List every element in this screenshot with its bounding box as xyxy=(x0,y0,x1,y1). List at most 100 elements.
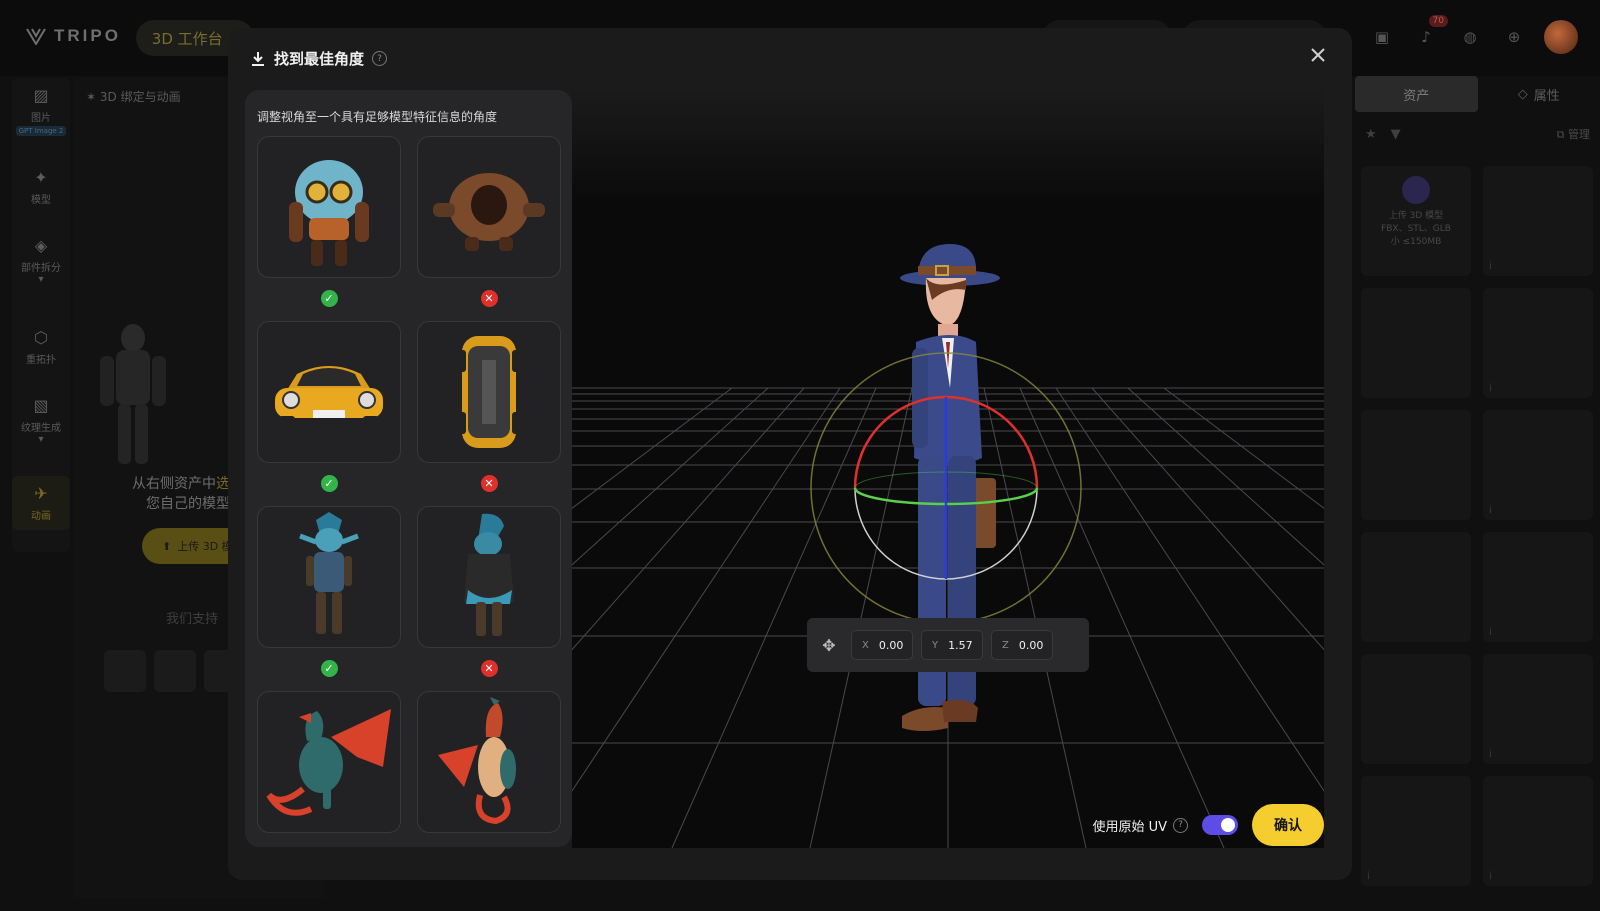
y-axis-label: Y xyxy=(932,639,939,651)
example-row xyxy=(257,321,561,463)
x-value: 0.00 xyxy=(878,638,904,652)
globe-icon[interactable]: ⊕ xyxy=(1500,23,1528,51)
good-example-robot xyxy=(257,136,401,278)
mesh-icon: ⬡ xyxy=(34,328,48,347)
armor-model-image xyxy=(100,324,166,464)
goblin-front-image xyxy=(299,512,359,634)
confirm-button[interactable]: 确认 xyxy=(1252,804,1324,846)
info-icon[interactable]: i xyxy=(1489,749,1492,760)
rail-item-image[interactable]: ▨ 图片 GPT Image 2 xyxy=(12,86,70,136)
dialog-title-text: 找到最佳角度 xyxy=(274,50,365,68)
robot-top-image xyxy=(433,173,545,251)
check-icon: ✓ xyxy=(320,290,338,307)
rotation-z-field[interactable]: Z 0.00 xyxy=(991,630,1053,660)
cube-icon: ◈ xyxy=(34,236,48,255)
rail-item-label: 模型 xyxy=(31,195,51,206)
rotation-x-field[interactable]: X 0.00 xyxy=(851,630,913,660)
manage-button[interactable]: ⧉ 管理 xyxy=(1557,126,1590,142)
tab-assets[interactable]: 资产 xyxy=(1355,76,1478,112)
logo-text: TRIPO xyxy=(54,26,121,45)
info-icon[interactable]: i xyxy=(1489,627,1492,638)
close-icon xyxy=(1311,48,1325,62)
rail-item-retopo[interactable]: ⬡ 重拓扑 xyxy=(12,328,70,366)
rail-item-label: 图片 xyxy=(31,113,51,124)
rail-item-label: 动画 xyxy=(31,511,51,522)
toggle-knob xyxy=(1221,818,1235,832)
x-axis-label: X xyxy=(862,639,869,651)
star-icon[interactable]: ★ xyxy=(1365,127,1377,142)
car-front-image xyxy=(275,366,383,426)
thumb[interactable] xyxy=(104,650,146,692)
info-icon[interactable]: i xyxy=(1367,871,1370,882)
rail-item-animation[interactable]: ✈ 动画 xyxy=(12,476,70,530)
rig-panel-title: ✶ 3D 绑定与动画 xyxy=(86,90,181,104)
run-icon: ✈ xyxy=(34,484,48,503)
rotation-y-field[interactable]: Y 1.57 xyxy=(921,630,983,660)
rail-item-model[interactable]: ✦ 模型 xyxy=(12,168,70,206)
example-row xyxy=(257,136,561,278)
asset-card[interactable] xyxy=(1361,654,1471,764)
tab-properties[interactable]: ◇ 属性 xyxy=(1478,76,1600,112)
angle-guide-panel: 调整视角至一个具有足够模型特征信息的角度 ✓ ✕ ✓ ✕ ✓ ✕ xyxy=(245,90,572,847)
asset-card[interactable]: i xyxy=(1483,654,1593,764)
best-angle-dialog: 找到最佳角度 ? 调整视角至一个具有足够模型特征信息的角度 ✓ ✕ ✓ ✕ ✓ … xyxy=(228,28,1352,880)
rail-item-segment[interactable]: ◈ 部件拆分 ▾ xyxy=(12,236,70,285)
asset-card[interactable]: i xyxy=(1483,410,1593,520)
z-axis-label: Z xyxy=(1002,639,1009,651)
dragon-side-image xyxy=(266,709,391,816)
asset-card[interactable] xyxy=(1361,410,1471,520)
rail-item-texture[interactable]: ▧ 纹理生成 ▾ xyxy=(12,396,70,445)
help-icon[interactable]: ? xyxy=(372,51,388,66)
mark-row: ✓ ✕ xyxy=(257,660,561,677)
check-icon: ✓ xyxy=(320,660,338,677)
close-button[interactable] xyxy=(1306,46,1330,70)
mark-row: ✓ ✕ xyxy=(257,475,561,492)
asset-card[interactable]: i xyxy=(1361,776,1471,886)
bad-example-goblin xyxy=(417,506,561,648)
cross-icon: ✕ xyxy=(480,660,498,677)
use-original-uv-toggle[interactable] xyxy=(1202,815,1238,835)
bad-example-dragon xyxy=(417,691,561,833)
bad-example-car xyxy=(417,321,561,463)
asset-card[interactable] xyxy=(1361,532,1471,642)
asset-card[interactable]: i xyxy=(1483,776,1593,886)
gift-icon[interactable]: ▣ xyxy=(1368,23,1396,51)
info-icon[interactable]: i xyxy=(1489,871,1492,882)
z-value: 0.00 xyxy=(1018,638,1044,652)
rail-item-label: 纹理生成 xyxy=(21,423,61,434)
filter-icon[interactable]: ▼ xyxy=(1391,127,1401,142)
bell-icon[interactable]: ♪ 70 xyxy=(1412,15,1448,51)
asset-card[interactable]: i xyxy=(1483,288,1593,398)
asset-card[interactable]: i xyxy=(1483,532,1593,642)
dragon-front-image xyxy=(438,697,516,825)
asset-card[interactable] xyxy=(1361,288,1471,398)
rotation-gizmo[interactable] xyxy=(808,350,1084,626)
avatar[interactable] xyxy=(1544,20,1578,54)
car-bottom-image xyxy=(456,336,522,448)
help-icon[interactable]: ? xyxy=(1173,817,1188,833)
top-icons: ▣ ♪ 70 ◍ ⊕ xyxy=(1368,15,1578,54)
assets-panel: 资产 ◇ 属性 ★ ▼ ⧉ 管理 上传 3D 模型 FBX、STL、GLB 小 ≤… xyxy=(1355,76,1600,911)
upload-formats: FBX、STL、GLB xyxy=(1381,224,1451,234)
upload-cell[interactable]: 上传 3D 模型 FBX、STL、GLB 小 ≤150MB xyxy=(1361,166,1471,276)
asset-card[interactable]: i xyxy=(1483,166,1593,276)
assets-grid: 上传 3D 模型 FBX、STL、GLB 小 ≤150MB i i i i i … xyxy=(1355,166,1600,886)
thumb[interactable] xyxy=(154,650,196,692)
use-original-uv-label: 使用原始 UV ? xyxy=(1092,816,1188,835)
3d-viewport[interactable]: ✥ X 0.00 Y 1.57 Z 0.00 xyxy=(572,88,1324,848)
support-thumbs xyxy=(104,650,246,692)
info-icon[interactable]: i xyxy=(1489,383,1492,394)
info-icon[interactable]: i xyxy=(1489,505,1492,516)
dialog-title: 找到最佳角度 ? xyxy=(250,48,388,69)
tool-rail: ▨ 图片 GPT Image 2 ✦ 模型 ◈ 部件拆分 ▾ ⬡ 重拓扑 ▧ 纹… xyxy=(12,78,70,552)
tripo-logo[interactable]: TRIPO xyxy=(26,26,121,46)
rotation-input-bar: ✥ X 0.00 Y 1.57 Z 0.00 xyxy=(807,618,1089,672)
logo-icon xyxy=(26,28,46,45)
chat-icon[interactable]: ◍ xyxy=(1456,23,1484,51)
move-icon[interactable]: ✥ xyxy=(815,631,843,659)
upload-title: 上传 3D 模型 xyxy=(1388,211,1444,221)
good-example-car xyxy=(257,321,401,463)
info-icon[interactable]: i xyxy=(1489,261,1492,272)
cross-icon: ✕ xyxy=(480,290,498,307)
assets-tabs: 资产 ◇ 属性 xyxy=(1355,76,1600,112)
